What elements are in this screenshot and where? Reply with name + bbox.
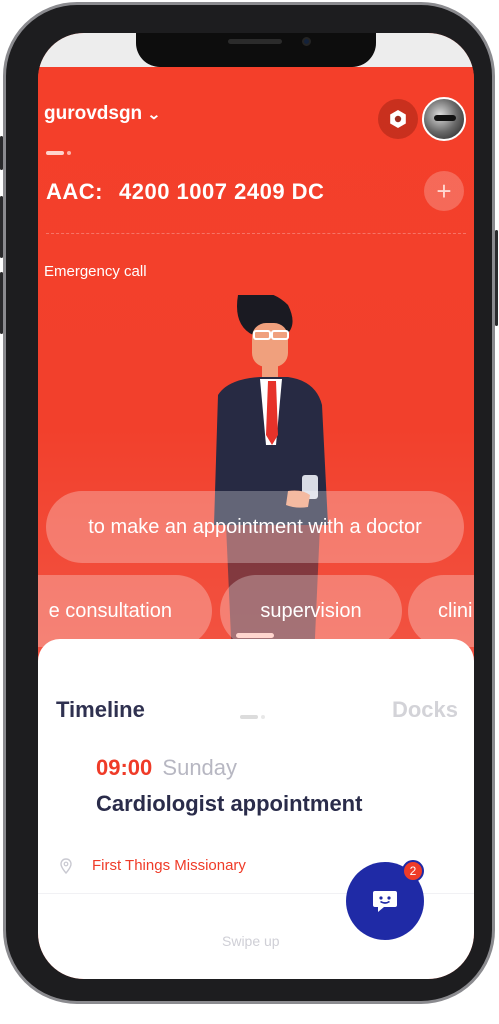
clinic-chip[interactable]: clini [408,575,474,647]
tab-timeline[interactable]: Timeline [56,697,145,723]
username-label: gurovdsgn [44,103,143,124]
appointment-day: Sunday [162,755,238,780]
avatar[interactable] [422,97,466,141]
notch [136,33,376,67]
chat-icon [373,891,397,912]
make-appointment-chip[interactable]: to make an appointment with a doctor [46,491,464,563]
appointment-title[interactable]: Cardiologist appointment [96,791,362,817]
status-bar [38,33,474,67]
account-switcher[interactable]: gurovdsgn ⌄ [44,103,162,125]
account-number: AAC: 4200 1007 2409 DC [46,179,324,205]
swipe-hint: Swipe up [222,933,280,949]
volume-down-button [0,272,3,334]
location-label: First Things Missionary [92,857,246,874]
tab-indicator [240,715,265,719]
consultation-chip[interactable]: e consultation [38,575,212,647]
gear-icon [390,110,406,128]
add-account-button[interactable]: + [424,171,464,211]
side-button [0,136,3,170]
sheet-drag-handle[interactable] [236,633,274,638]
header-area: gurovdsgn ⌄ AAC: 4200 1007 2409 DC + Eme… [38,67,474,705]
appointment-hour: 09:00 [96,755,153,780]
phone-frame: gurovdsgn ⌄ AAC: 4200 1007 2409 DC + Eme… [3,2,495,1004]
location-pin-icon [60,857,72,874]
appointment-location[interactable]: First Things Missionary [60,857,246,874]
speaker [228,39,282,44]
settings-button[interactable] [378,99,418,139]
sunglasses-icon [434,115,456,121]
notification-badge: 2 [402,860,424,882]
page-indicator [46,151,71,155]
account-value: 4200 1007 2409 DC [119,179,325,204]
power-button [495,230,498,326]
divider [46,233,466,234]
tab-docks[interactable]: Docks [392,697,458,723]
chevron-down-icon: ⌄ [146,105,162,122]
app-screen: gurovdsgn ⌄ AAC: 4200 1007 2409 DC + Eme… [38,33,474,979]
appointment-time: 09:00 Sunday [96,755,237,781]
account-label: AAC: [46,179,103,204]
emergency-call-link[interactable]: Emergency call [44,263,147,280]
volume-up-button [0,196,3,258]
plus-icon: + [436,175,452,206]
camera [302,37,311,46]
